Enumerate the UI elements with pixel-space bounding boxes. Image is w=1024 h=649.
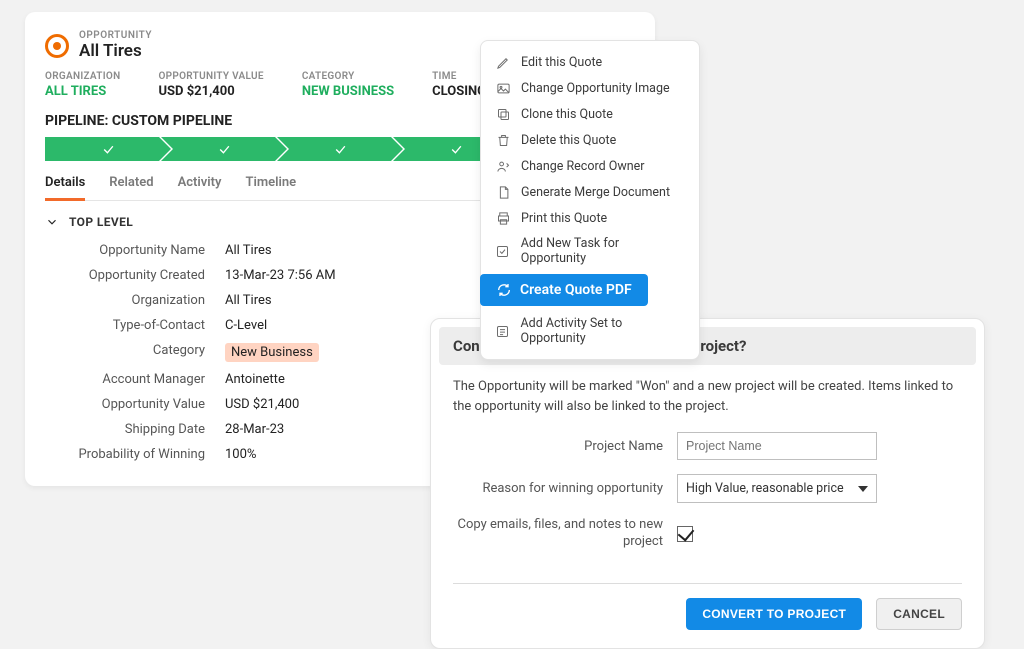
menu-add-task[interactable]: Add New Task for Opportunity xyxy=(481,231,699,271)
copy-checkbox[interactable] xyxy=(677,526,693,542)
kpi-value: OPPORTUNITY VALUE USD $21,400 xyxy=(158,71,263,99)
kpi-time: TIME CLOSING xyxy=(432,71,486,99)
pipeline-stage-2[interactable] xyxy=(161,137,287,161)
print-icon xyxy=(495,210,511,226)
task-icon xyxy=(495,243,511,259)
check-icon xyxy=(450,143,463,156)
target-icon xyxy=(45,34,69,58)
document-icon xyxy=(495,184,511,200)
project-name-input[interactable] xyxy=(677,432,877,460)
dialog-description: The Opportunity will be marked "Won" and… xyxy=(453,377,962,416)
checklist-icon xyxy=(495,323,510,339)
menu-edit-quote[interactable]: Edit this Quote xyxy=(481,49,699,75)
user-swap-icon xyxy=(495,158,511,174)
pencil-icon xyxy=(495,54,511,70)
opportunity-title: All Tires xyxy=(79,41,152,61)
chevron-down-icon xyxy=(45,215,59,229)
pipeline-stage-1[interactable] xyxy=(45,137,171,161)
reason-select[interactable]: High Value, reasonable price xyxy=(677,474,877,503)
record-actions-menu: Edit this Quote Change Opportunity Image… xyxy=(480,40,700,360)
form-row-copy: Copy emails, files, and notes to new pro… xyxy=(453,517,962,551)
caret-down-icon xyxy=(858,484,868,494)
check-icon xyxy=(102,143,115,156)
dialog-divider xyxy=(453,583,962,584)
image-icon xyxy=(495,80,511,96)
menu-delete-quote[interactable]: Delete this Quote xyxy=(481,127,699,153)
create-quote-pdf-button[interactable]: Create Quote PDF xyxy=(480,274,648,306)
tab-timeline[interactable]: Timeline xyxy=(245,175,296,200)
trash-icon xyxy=(495,132,511,148)
tab-details[interactable]: Details xyxy=(45,175,85,201)
form-row-reason: Reason for winning opportunity High Valu… xyxy=(453,474,962,503)
check-icon xyxy=(334,143,347,156)
kpi-organization: ORGANIZATION ALL TIRES xyxy=(45,71,120,99)
organization-link[interactable]: ALL TIRES xyxy=(45,84,120,99)
menu-clone-quote[interactable]: Clone this Quote xyxy=(481,101,699,127)
menu-change-image[interactable]: Change Opportunity Image xyxy=(481,75,699,101)
cancel-button[interactable]: CANCEL xyxy=(876,598,962,630)
menu-add-activity-set[interactable]: Add Activity Set to Opportunity xyxy=(481,311,699,351)
menu-change-owner[interactable]: Change Record Owner xyxy=(481,153,699,179)
form-row-project-name: Project Name xyxy=(453,432,962,460)
menu-print-quote[interactable]: Print this Quote xyxy=(481,205,699,231)
tab-related[interactable]: Related xyxy=(109,175,153,200)
copy-icon xyxy=(495,106,511,122)
kpi-category: CATEGORY NEW BUSINESS xyxy=(302,71,394,99)
convert-to-project-dialog: Convert Opportunity "All Tires" to a Pro… xyxy=(430,318,985,649)
refresh-icon xyxy=(496,282,512,298)
menu-merge-document[interactable]: Generate Merge Document xyxy=(481,179,699,205)
opportunity-label: OPPORTUNITY xyxy=(79,30,152,41)
convert-button[interactable]: CONVERT TO PROJECT xyxy=(686,598,862,630)
check-icon xyxy=(218,143,231,156)
tab-activity[interactable]: Activity xyxy=(178,175,222,200)
pipeline-stage-3[interactable] xyxy=(277,137,403,161)
